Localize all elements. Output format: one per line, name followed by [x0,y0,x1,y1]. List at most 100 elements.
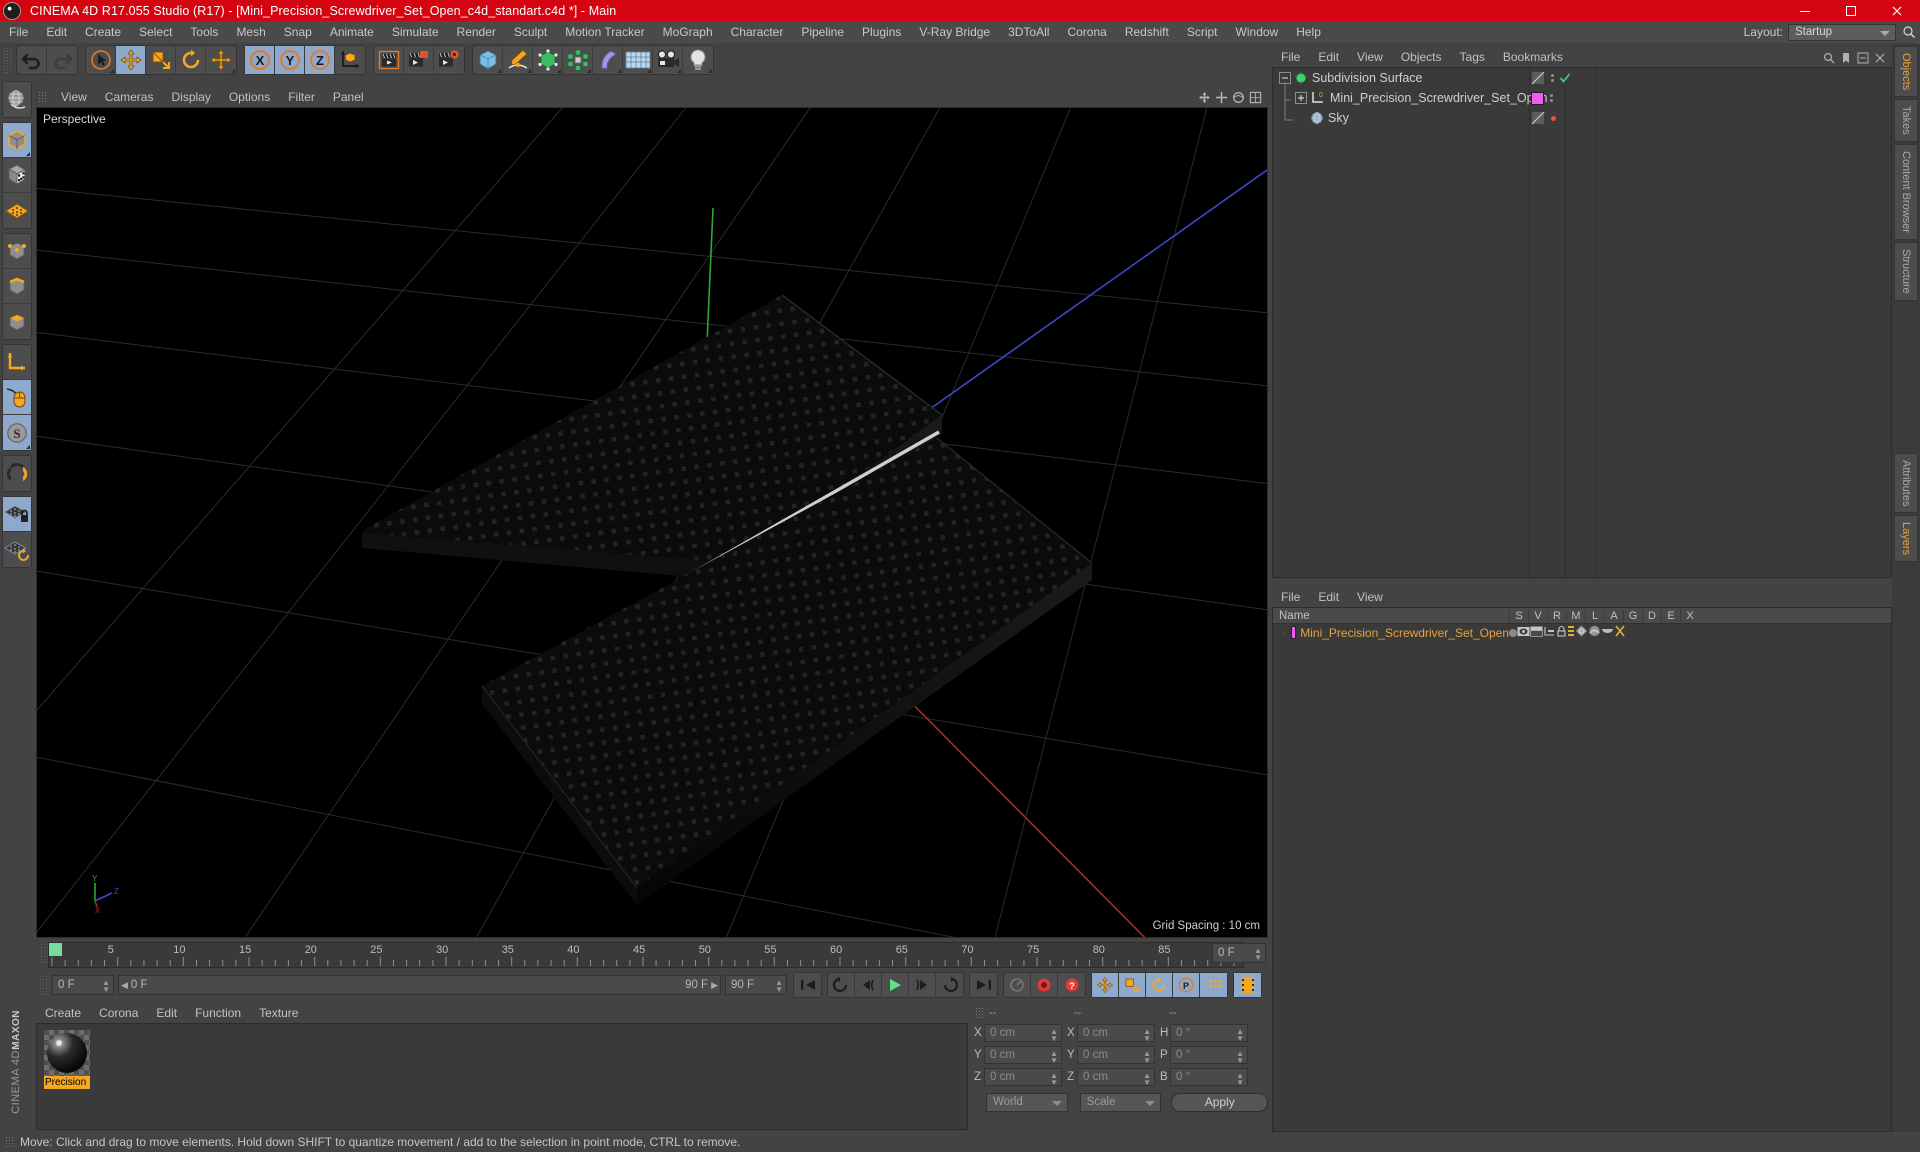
menu-select[interactable]: Select [130,21,181,43]
viewport-menu-panel[interactable]: Panel [324,88,373,107]
render-settings-button[interactable] [434,46,464,74]
spline-pen-button[interactable] [503,46,533,74]
column-header-e[interactable]: E [1661,609,1680,622]
column-header-s[interactable]: S [1509,609,1528,622]
menu-redshift[interactable]: Redshift [1116,21,1178,43]
stepper-icon[interactable]: ▲ ▼ [1050,1072,1058,1087]
layer-visible-cell[interactable] [1517,624,1530,642]
tab-objects[interactable]: Objects [1894,46,1918,98]
object-menu-edit[interactable]: Edit [1309,48,1348,67]
stepper-icon[interactable]: ▲ ▼ [102,979,110,994]
workplane-grid-button[interactable] [3,193,31,228]
object-row-sky[interactable]: Sky [1273,108,1891,128]
material-menu-create[interactable]: Create [36,1004,90,1023]
layer-generator-cell[interactable] [1575,624,1588,642]
visibility-dots-icon[interactable] [1551,74,1554,82]
world-axis-button[interactable] [335,46,365,74]
object-axis-button[interactable] [3,345,31,380]
menu-vray-bridge[interactable]: V-Ray Bridge [910,21,999,43]
magnifier-icon[interactable] [1902,25,1916,39]
material-menu-function[interactable]: Function [186,1004,250,1023]
column-header-m[interactable]: M [1566,609,1585,622]
expander-minus-icon[interactable] [1279,72,1291,84]
menu-character[interactable]: Character [722,21,793,43]
apply-button[interactable]: Apply [1171,1092,1269,1112]
disabled-red-dot-icon[interactable] [1551,115,1556,121]
material-chip[interactable]: Precision [44,1030,90,1090]
deformer-button[interactable] [593,46,623,74]
bookmark-icon[interactable] [1840,52,1852,64]
stepper-icon[interactable]: ▲ ▼ [775,979,783,994]
object-row-mini-precision-screwdriver-set-open[interactable]: 0 Mini_Precision_Screwdriver_Set_Open [1273,88,1891,108]
collapse-icon[interactable] [1857,52,1869,64]
menu-create[interactable]: Create [76,21,130,43]
object-menu-bookmarks[interactable]: Bookmarks [1494,48,1572,67]
menu-help[interactable]: Help [1287,21,1330,43]
layer-manager-cell[interactable] [1543,624,1556,642]
object-row-subdivision-surface[interactable]: Subdivision Surface [1273,68,1891,88]
rot-p-field[interactable]: 0 ° ▲ ▼ [1170,1046,1248,1065]
search-icon[interactable] [1823,52,1835,64]
layer-xref-cell[interactable] [1614,624,1626,642]
close-button[interactable] [1874,0,1920,21]
menu-render[interactable]: Render [448,21,505,43]
column-header-a[interactable]: A [1604,609,1623,622]
menu-pipeline[interactable]: Pipeline [792,21,853,43]
menu-sculpt[interactable]: Sculpt [505,21,556,43]
menu-edit[interactable]: Edit [37,21,76,43]
object-tree[interactable]: Subdivision Surface 0 Mini_Precision_Scr… [1272,67,1892,579]
stepper-icon[interactable]: ▲ ▼ [1143,1028,1151,1043]
viewport-grip[interactable] [38,91,47,104]
layer-deformer-cell[interactable] [1588,624,1601,642]
display-toggle-icon[interactable] [1531,111,1545,125]
layer-list[interactable]: Name S V R M L A G D E X Mini_Precision_… [1272,607,1892,1132]
layer-color-swatch[interactable] [1291,626,1297,639]
menu-simulate[interactable]: Simulate [383,21,448,43]
move-tool-button[interactable] [116,46,146,74]
rotation-key-button[interactable] [1146,973,1173,997]
coordinates-grip[interactable] [975,1006,984,1019]
layer-expression-cell[interactable] [1601,624,1614,642]
texture-mode-button[interactable] [3,158,31,193]
toolbar-grip[interactable] [3,47,13,73]
globe-sphere-icon-button[interactable] [3,82,31,117]
stepper-icon[interactable]: ▲ ▼ [1236,1072,1244,1087]
close-panel-icon[interactable] [1874,52,1886,64]
object-menu-objects[interactable]: Objects [1392,48,1451,67]
object-menu-file[interactable]: File [1272,48,1309,67]
viewport-menu-view[interactable]: View [52,88,96,107]
menu-file[interactable]: File [0,21,37,43]
position-key-button[interactable] [1092,973,1119,997]
point-mode-button[interactable] [3,234,31,269]
column-header-v[interactable]: V [1528,609,1547,622]
magnet-snap-button[interactable] [3,456,31,491]
coord-system-select[interactable]: World [986,1092,1068,1112]
range-left-arrow-icon[interactable]: ◀ [121,980,128,991]
keyframe-selection-button[interactable]: ? [1058,973,1085,997]
go-to-start-button[interactable] [794,973,821,997]
material-list[interactable]: Precision [36,1023,968,1130]
stepper-icon[interactable]: ▲ ▼ [1236,1028,1244,1043]
s-disc-button[interactable]: S [3,415,31,450]
material-tag-swatch[interactable] [1531,91,1544,105]
layer-menu-edit[interactable]: Edit [1309,588,1348,607]
menu-plugins[interactable]: Plugins [853,21,910,43]
display-toggle-icon[interactable] [1531,71,1545,85]
size-z-field[interactable]: 0 cm ▲ ▼ [1077,1068,1155,1087]
play-button[interactable] [882,973,909,997]
menu-script[interactable]: Script [1178,21,1227,43]
rot-h-field[interactable]: 0 ° ▲ ▼ [1170,1024,1248,1043]
stepper-icon[interactable]: ▲ ▼ [1050,1028,1058,1043]
polygon-mode-button[interactable] [3,304,31,339]
layer-menu-file[interactable]: File [1272,588,1309,607]
autokey-button[interactable] [1004,973,1031,997]
column-header-g[interactable]: G [1623,609,1642,622]
menu-corona[interactable]: Corona [1058,21,1115,43]
layout-select[interactable]: Startup [1788,23,1896,41]
menu-animate[interactable]: Animate [321,21,383,43]
tab-takes[interactable]: Takes [1894,99,1918,143]
tab-structure[interactable]: Structure [1894,241,1918,301]
timeline-preview-end-field[interactable]: 0 F ▲ ▼ [1212,943,1266,963]
object-menu-tags[interactable]: Tags [1451,48,1494,67]
menu-mograph[interactable]: MoGraph [654,21,722,43]
